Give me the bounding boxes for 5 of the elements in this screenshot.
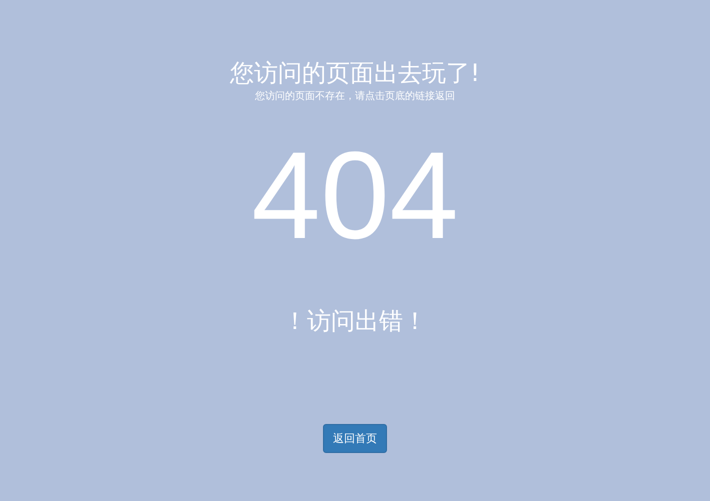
error-message: ！访问出错！ xyxy=(283,306,427,336)
error-code: 404 xyxy=(252,134,458,258)
page-title: 您访问的页面出去玩了! xyxy=(230,58,480,88)
back-home-button[interactable]: 返回首页 xyxy=(323,424,387,453)
page-subtitle: 您访问的页面不存在，请点击页底的链接返回 xyxy=(255,90,455,104)
